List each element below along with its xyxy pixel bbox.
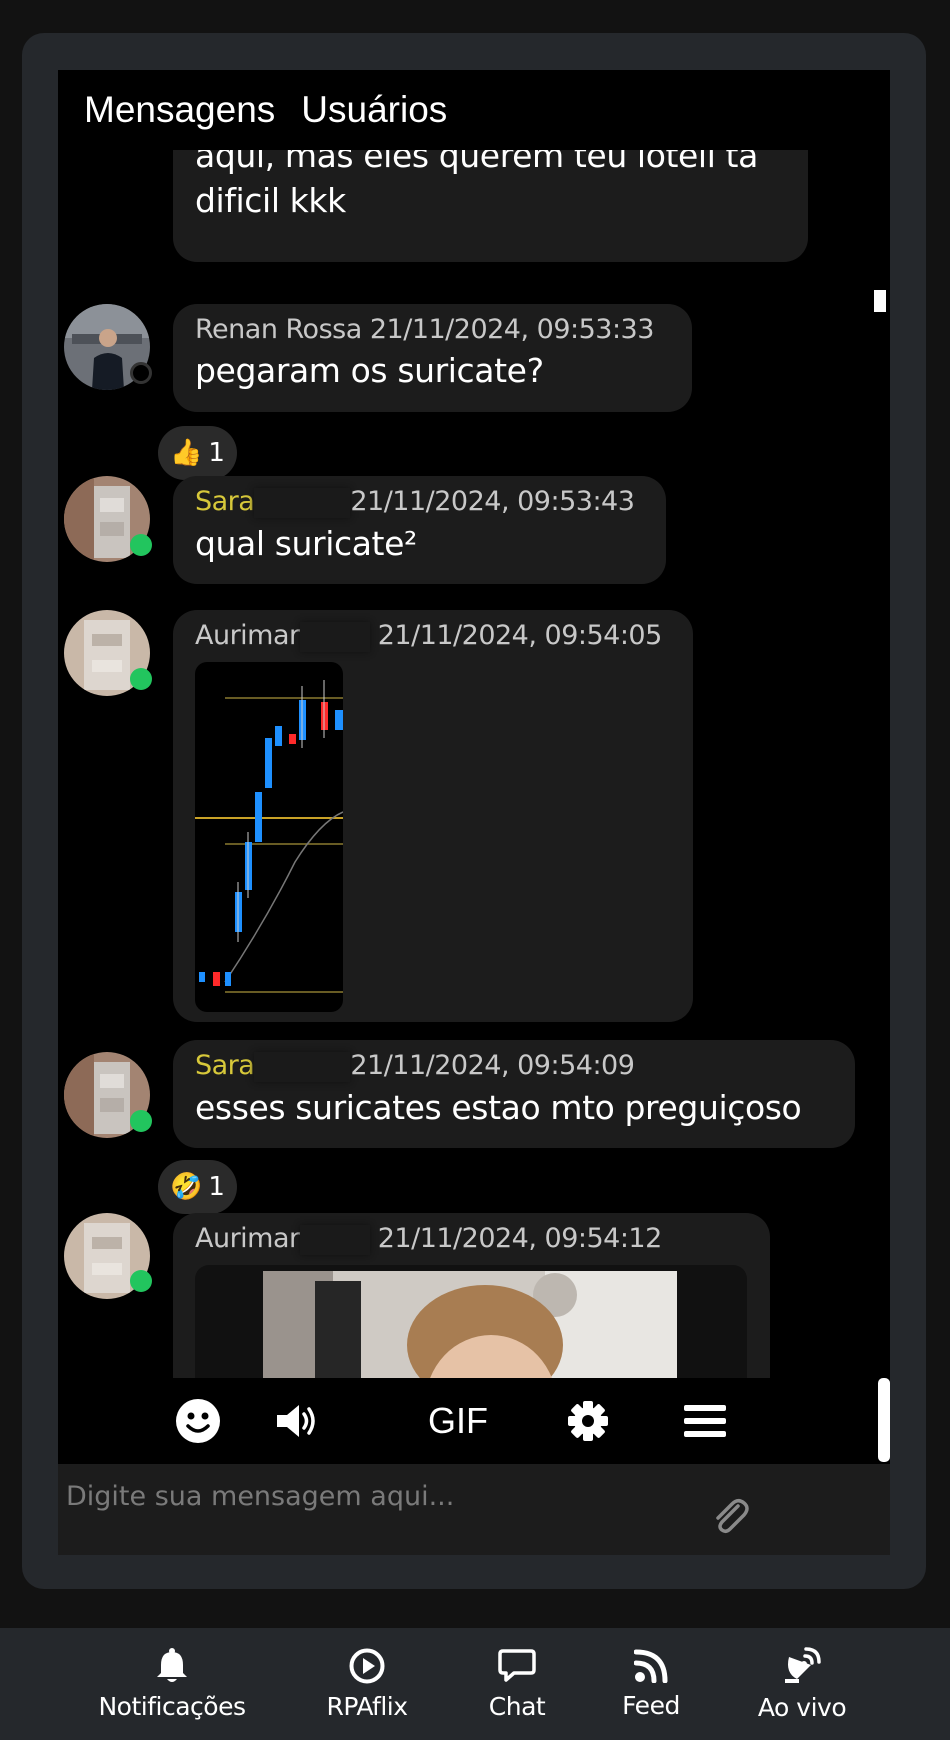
reaction-count: 1 <box>208 438 225 468</box>
laughing-emoji-icon: 🤣 <box>170 1172 203 1202</box>
nav-label: Notificações <box>98 1691 246 1721</box>
toolbar-scrollbar[interactable] <box>878 1378 890 1462</box>
chat-icon <box>498 1648 536 1682</box>
gear-icon <box>568 1401 608 1441</box>
nav-chat[interactable]: Chat <box>472 1628 562 1740</box>
message-input[interactable] <box>66 1476 766 1516</box>
scrollbar-thumb[interactable] <box>874 290 886 312</box>
message-text: dificil kkk <box>195 181 346 220</box>
bell-icon <box>157 1647 187 1682</box>
chat-panel: Mensagens Usuários aqui, mas eles querem… <box>22 33 926 1589</box>
message-author[interactable]: Renan Rossa 21/11/2024, 09:53:33 <box>195 314 670 345</box>
volume-icon <box>277 1405 315 1437</box>
rss-icon <box>634 1649 668 1683</box>
message-bubble: Renan Rossa 21/11/2024, 09:53:33 pegaram… <box>173 304 692 412</box>
menu-button[interactable] <box>675 1378 735 1464</box>
status-online-indicator <box>130 668 152 690</box>
message-bubble: Sara 21/11/2024, 09:53:43 qual suricate² <box>173 476 666 584</box>
message-bubble: Sara 21/11/2024, 09:54:09 esses suricates… <box>173 1040 855 1148</box>
nav-live[interactable]: Ao vivo <box>742 1628 862 1740</box>
message-bubble: Aurimar 21/11/2024, 09:54:12 <box>173 1213 770 1378</box>
nav-notifications[interactable]: Notificações <box>92 1628 252 1740</box>
emoji-icon <box>176 1399 220 1443</box>
nav-label: Chat <box>488 1691 546 1721</box>
status-online-indicator <box>130 1110 152 1132</box>
message-bubble: Aurimar 21/11/2024, 09:54:05 <box>173 610 693 1022</box>
tab-messages[interactable]: Mensagens <box>84 89 275 131</box>
chat-tabs: Mensagens Usuários <box>58 70 890 150</box>
message-author[interactable]: Sara 21/11/2024, 09:54:09 <box>195 1050 833 1082</box>
bottom-navigation: Notificações RPAflix Chat Feed Ao vivo <box>0 1628 950 1740</box>
nav-label: RPAflix <box>326 1691 408 1721</box>
message-text: qual suricate² <box>195 523 417 563</box>
play-circle-icon <box>349 1648 385 1683</box>
message-text: esses suricates estao mto preguiçoso <box>195 1087 802 1127</box>
menu-icon <box>684 1405 726 1437</box>
status-online-indicator <box>130 534 152 556</box>
redacted-surname <box>299 1224 370 1255</box>
status-online-indicator <box>130 1270 152 1292</box>
reaction-badge[interactable]: 👍 1 <box>158 426 237 480</box>
nav-label: Feed <box>622 1690 680 1720</box>
nav-rpaflix[interactable]: RPAflix <box>312 1628 422 1740</box>
attach-button[interactable] <box>708 1494 752 1543</box>
chat-inner: Mensagens Usuários aqui, mas eles querem… <box>58 70 890 1555</box>
message-text: aqui, mas eles querem teu loteil ta <box>195 150 758 175</box>
message-author[interactable]: Aurimar 21/11/2024, 09:54:12 <box>195 1223 748 1255</box>
message-author[interactable]: Sara 21/11/2024, 09:53:43 <box>195 486 644 518</box>
message-text: pegaram os suricate? <box>195 351 544 390</box>
redacted-surname <box>254 1051 351 1082</box>
tab-users[interactable]: Usuários <box>301 89 447 131</box>
message-list[interactable]: aqui, mas eles querem teu loteil ta difi… <box>58 150 890 1378</box>
paperclip-icon <box>716 1499 749 1534</box>
chat-toolbar: GIF <box>58 1378 890 1464</box>
volume-button[interactable] <box>268 1378 328 1464</box>
redacted-surname <box>299 621 370 652</box>
thumbs-up-icon: 👍 <box>170 438 203 468</box>
reaction-count: 1 <box>208 1172 225 1202</box>
message-author[interactable]: Aurimar 21/11/2024, 09:54:05 <box>195 620 671 652</box>
message-gif[interactable] <box>195 1264 747 1378</box>
message-bubble: aqui, mas eles querem teu loteil ta difi… <box>173 150 808 262</box>
gif-button[interactable]: GIF <box>408 1378 508 1464</box>
gif-label: GIF <box>428 1400 488 1441</box>
message-image[interactable] <box>195 661 343 1012</box>
status-offline-indicator <box>130 362 152 384</box>
emoji-button[interactable] <box>168 1378 228 1464</box>
nav-feed[interactable]: Feed <box>606 1628 696 1740</box>
message-compose <box>58 1464 890 1555</box>
redacted-surname <box>254 487 351 518</box>
satellite-dish-icon <box>785 1646 821 1683</box>
settings-button[interactable] <box>558 1378 618 1464</box>
reaction-badge[interactable]: 🤣 1 <box>158 1160 237 1214</box>
nav-label: Ao vivo <box>757 1692 847 1722</box>
